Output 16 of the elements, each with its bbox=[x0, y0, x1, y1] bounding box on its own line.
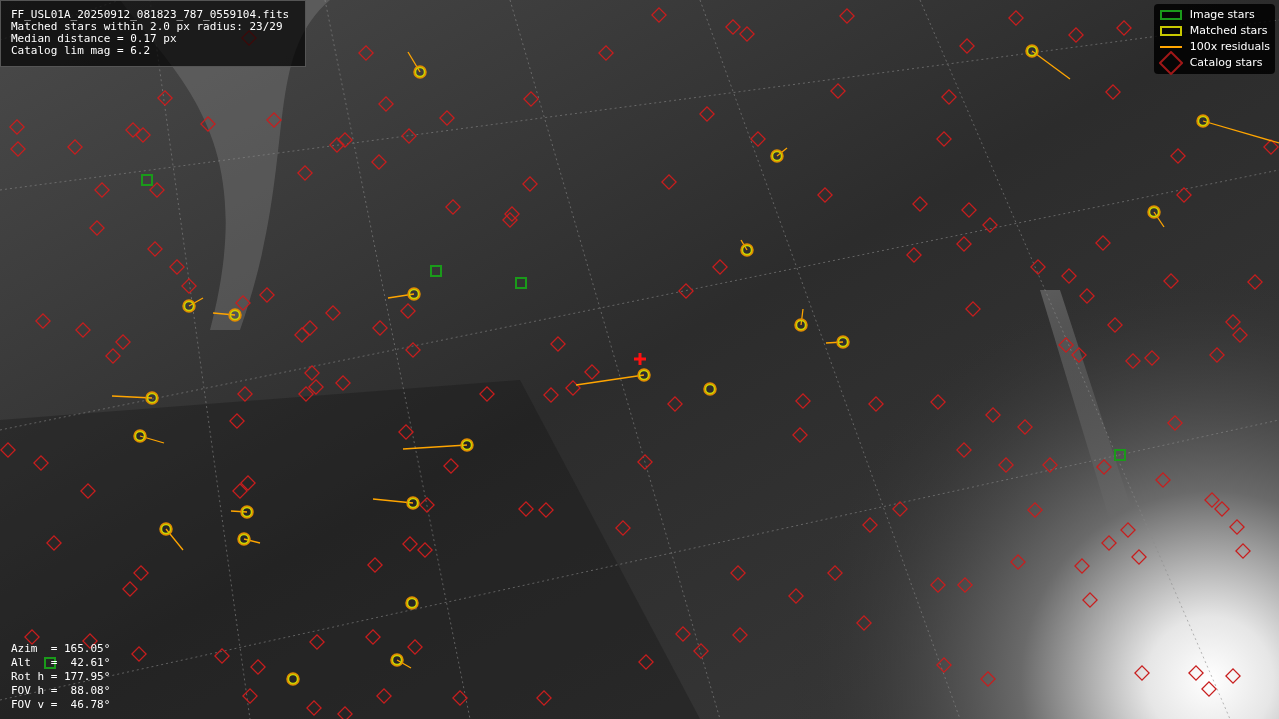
pointing-text: FOV h = 88.08° bbox=[11, 684, 111, 698]
info-text: Catalog lim mag = 6.2 bbox=[11, 45, 151, 57]
legend-label: Matched stars bbox=[1189, 22, 1268, 39]
info-text: Median distance = 0.17 px bbox=[11, 33, 177, 45]
line-icon bbox=[1159, 46, 1182, 48]
pointing-text: Rot h = 177.95° bbox=[11, 670, 111, 684]
diamond-icon bbox=[1158, 51, 1183, 75]
legend-label: Catalog stars bbox=[1189, 54, 1263, 71]
legend-label: 100x residuals bbox=[1189, 38, 1270, 55]
pointing-text: FOV v = 46.78° bbox=[11, 698, 111, 712]
legend-label: Image stars bbox=[1189, 6, 1255, 23]
pointing-text: Azim = 165.05° bbox=[11, 642, 111, 656]
info-text: Matched stars within 2.0 px radius: 23/29 bbox=[11, 21, 283, 33]
pointing-text: Alt = 42.61° bbox=[11, 656, 111, 670]
info-text: FF_USL01A_20250912_081823_787_0559104.fits bbox=[11, 9, 290, 21]
rectangle-marker-icon bbox=[1159, 10, 1182, 20]
